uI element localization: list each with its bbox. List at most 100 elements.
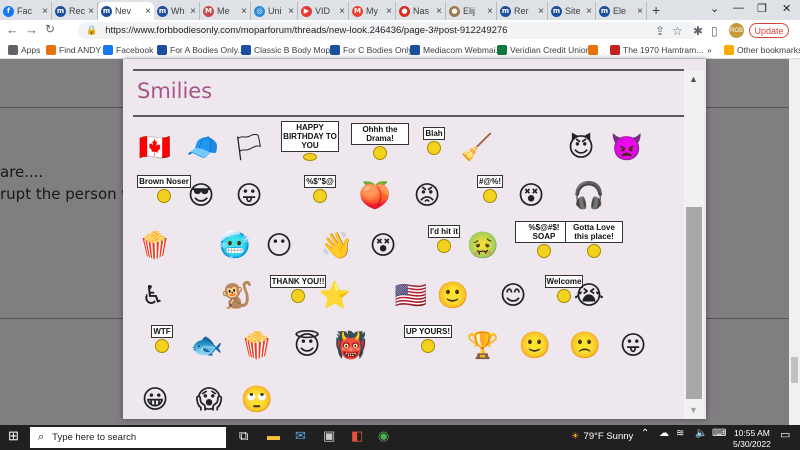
dialog-scrollbar-thumb[interactable] (686, 207, 702, 399)
smilie-frown[interactable]: 🙁 (565, 319, 605, 359)
smilie-gotta-love-this-place[interactable]: Gotta Love this place! (565, 219, 623, 259)
tab-site[interactable]: m Site × (548, 2, 596, 20)
smilie-teal-face[interactable]: 😶 (259, 219, 299, 259)
tab-wh[interactable]: m Wh × (154, 2, 200, 20)
bookmark-item[interactable] (588, 43, 601, 57)
tab-elij[interactable]: ● Elij × (446, 2, 497, 20)
bookmark-item[interactable]: Find ANDY (46, 43, 101, 57)
smilie-monkey[interactable]: 🐒 (217, 269, 257, 309)
smilie-rasta[interactable]: 🧢 (183, 121, 223, 161)
bookmark-item[interactable]: For C Bodies Only (330, 43, 412, 57)
smilie-us-flag[interactable]: 🇺🇸 (391, 269, 431, 309)
windows-start-icon[interactable]: ⊞ (8, 428, 19, 444)
close-tab-icon[interactable]: × (586, 6, 592, 17)
tab-uni[interactable]: ◎ Uni × (251, 2, 298, 20)
maximize-button[interactable]: ❐ (757, 2, 767, 15)
smilie-shooting[interactable]: 😵 (511, 169, 551, 209)
extensions-icon[interactable]: ✱ (693, 24, 703, 38)
smilie-red-devil[interactable]: 👿 (607, 121, 647, 161)
close-tab-icon[interactable]: × (637, 6, 643, 17)
bookmark-item[interactable]: Facebook (103, 43, 153, 57)
other-bookmarks[interactable]: Other bookmarks (724, 43, 800, 57)
page-scrollbar[interactable] (789, 59, 800, 425)
smilie-popcorn[interactable]: 🍿 (135, 219, 175, 259)
smilie-green-smile[interactable]: 🙂 (433, 269, 473, 309)
address-bar[interactable]: 🔒 https://www.forbbodiesonly.com/moparfo… (78, 22, 698, 39)
scroll-down-arrow-icon[interactable]: ▼ (689, 405, 698, 415)
smilie-rebel-flag[interactable]: 🏳 (229, 121, 269, 161)
smilie-eye-roll[interactable]: 🙄 (237, 373, 277, 413)
show-hidden-icons-chevron[interactable]: ⌃ (641, 428, 649, 439)
smilie-blue-face[interactable]: 🥶 (215, 219, 255, 259)
wifi-icon[interactable]: ≋ (676, 428, 684, 439)
smilie-crying[interactable]: 😭 (569, 269, 609, 309)
tab-vid[interactable]: ▶ VID × (298, 2, 349, 20)
more-bookmarks-chevron[interactable]: » (707, 43, 712, 57)
tab-nev[interactable]: m Nev × (98, 2, 154, 20)
bookmark-star-icon[interactable]: ☆ (672, 24, 683, 38)
minimize-button[interactable]: — (733, 2, 744, 14)
smilie-star-badge[interactable]: ⭐ (315, 269, 355, 309)
close-tab-icon[interactable]: × (190, 6, 196, 17)
smilie-ohhh-the-drama[interactable]: Ohhh the Drama! (351, 121, 409, 161)
close-tab-icon[interactable]: × (42, 6, 48, 17)
page-scrollbar-thumb[interactable] (791, 357, 798, 383)
close-tab-icon[interactable]: × (487, 6, 493, 17)
close-tab-icon[interactable]: × (386, 6, 392, 17)
back-icon[interactable]: ← (6, 22, 19, 37)
smilie-slight-smile[interactable]: 🙂 (515, 319, 555, 359)
weather-widget[interactable]: ☀ 79°F Sunny (571, 431, 633, 442)
smilie-pitchfork-mob[interactable]: 😡 (407, 169, 447, 209)
tab-fac[interactable]: f Fac × (0, 2, 52, 20)
bookmark-item[interactable]: Mediacom Webmai... (410, 43, 503, 57)
store-icon[interactable]: ▣ (323, 428, 335, 444)
bookmark-item[interactable]: Apps (8, 43, 40, 57)
taskbar-search[interactable]: ⌕ Type here to search (30, 427, 226, 448)
bookmark-item[interactable]: Veridian Credit Union (497, 43, 590, 57)
task-view-icon[interactable]: ⧉ (239, 428, 248, 444)
smilie-happy-birthday[interactable]: HAPPY BIRTHDAY TO YOU (281, 121, 339, 161)
smilie-tongue-face[interactable]: 😛 (229, 169, 269, 209)
smilie-up-yours[interactable]: UP YOURS! (399, 319, 457, 359)
smilie-butt[interactable]: 🍑 (355, 169, 395, 209)
clock[interactable]: 10:55 AM 5/30/2022 (733, 428, 771, 450)
file-explorer-icon[interactable]: ▬ (267, 428, 280, 443)
smilie-wtf[interactable]: WTF (133, 319, 191, 359)
tab-my[interactable]: M My × (349, 2, 396, 20)
network-icon[interactable]: ☁ (659, 428, 669, 439)
mail-icon[interactable]: ✉ (295, 428, 306, 444)
smilie-canada-flag[interactable]: 🇨🇦 (135, 121, 175, 161)
forward-icon[interactable]: → (25, 22, 38, 37)
smilie-cool-grin[interactable]: 😎 (181, 169, 221, 209)
smilie-waving[interactable]: 👋 (317, 219, 357, 259)
close-tab-icon[interactable]: × (145, 6, 151, 17)
dialog-scrollbar[interactable]: ▲ ▼ (684, 71, 704, 419)
new-tab-button[interactable]: + (652, 2, 660, 18)
scroll-up-arrow-icon[interactable]: ▲ (689, 74, 698, 84)
chrome-icon[interactable]: ◉ (378, 428, 389, 444)
smilie-yellow-smile[interactable]: 😊 (493, 269, 533, 309)
close-tab-icon[interactable]: × (88, 6, 94, 17)
smilie-headphones[interactable]: 🎧 (569, 169, 609, 209)
smilie-popcorn-small[interactable]: 🍿 (237, 319, 277, 359)
side-panel-icon[interactable]: ▯ (711, 24, 718, 38)
bookmark-item[interactable]: The 1970 Hamtram... (610, 43, 703, 57)
share-icon[interactable]: ⇪ (655, 24, 665, 38)
smilie-evil-grin[interactable]: 😈 (561, 121, 601, 161)
close-tab-icon[interactable]: × (339, 6, 345, 17)
tab-nas[interactable]: ● Nas × (396, 2, 446, 20)
tab-search-chevron-icon[interactable]: ⌄ (710, 2, 719, 15)
smilie-trophy[interactable]: 🏆 (463, 319, 503, 359)
smilie-angel-smoking[interactable]: 😇 (287, 319, 327, 359)
smilie-tongue-out[interactable]: 😛 (613, 319, 653, 359)
smilie-spinning[interactable]: 😵 (363, 219, 403, 259)
close-tab-icon[interactable]: × (538, 6, 544, 17)
smilie-green-face[interactable]: 🤢 (463, 219, 503, 259)
smilie-red-devils[interactable]: 👹 (331, 319, 371, 359)
smilie-scream[interactable]: 😱 (189, 373, 229, 413)
tab-rer[interactable]: m Rer × (497, 2, 548, 20)
close-tab-icon[interactable]: × (436, 6, 442, 17)
avatar[interactable]: ROB (729, 23, 744, 38)
close-tab-icon[interactable]: × (288, 6, 294, 17)
language-icon[interactable]: ⌨ (712, 428, 726, 439)
